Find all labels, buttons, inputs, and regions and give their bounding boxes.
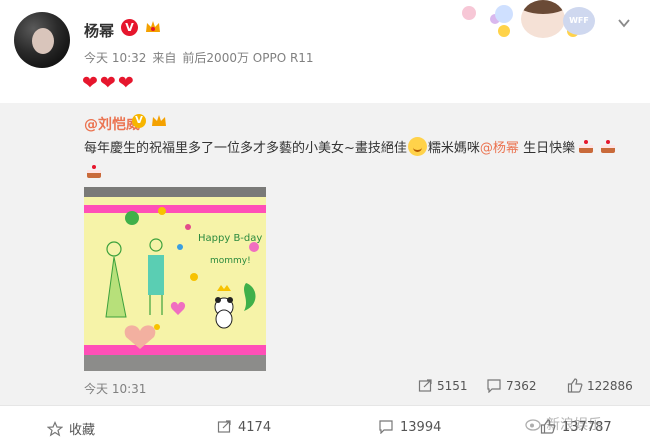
verified-badge-icon: V: [121, 19, 138, 36]
repost-stat-comments[interactable]: 7362: [486, 378, 537, 394]
mention-link[interactable]: @杨幂: [480, 141, 519, 156]
comment-button-count: 13994: [400, 420, 442, 435]
repost-time[interactable]: 今天 10:31: [84, 380, 146, 397]
star-icon: [46, 421, 64, 437]
comment-count: 7362: [506, 379, 537, 393]
emoji-icon: [407, 137, 427, 156]
repost-text-part1: 每年慶生的祝福里多了一位多才多藝的小美女~畫技絕佳: [84, 141, 407, 156]
repost-username[interactable]: @刘恺威: [84, 114, 140, 134]
vip-crown-icon: [152, 115, 166, 126]
comment-icon: [487, 379, 501, 394]
favorite-label: 收藏: [69, 423, 96, 438]
post-source[interactable]: 前后2000万 OPPO R11: [182, 51, 313, 65]
watermark: 新浪娱乐: [525, 414, 602, 434]
post-meta: 今天 10:32 来自 前后2000万 OPPO R11: [84, 49, 320, 66]
comment-button[interactable]: 13994: [378, 419, 441, 435]
repost-text-part3: 生日快樂: [518, 141, 576, 156]
card-text-line2: mommy!: [210, 256, 251, 266]
comment-icon: [379, 420, 393, 435]
repost-stat-likes[interactable]: 122886: [567, 378, 633, 393]
weibo-logo-icon: [525, 419, 541, 431]
repost-stat-reposts[interactable]: 5151: [418, 378, 468, 393]
reposted-content: @刘恺威 V 每年慶生的祝福里多了一位多才多藝的小美女~畫技絕佳 糯米媽咪@杨幂 …: [0, 103, 650, 405]
post-content-hearts: ❤❤❤: [82, 72, 136, 94]
repost-photo[interactable]: Happy B-day mommy!: [84, 187, 266, 371]
repost-text: 每年慶生的祝福里多了一位多才多藝的小美女~畫技絕佳 糯米媽咪@杨幂 生日快樂: [84, 136, 644, 161]
thumbs-up-icon: [567, 378, 583, 393]
decor-avatar: [521, 0, 565, 38]
author-name[interactable]: 杨幂: [84, 20, 114, 41]
watermark-text: 新浪娱乐: [546, 417, 602, 433]
like-count: 122886: [587, 379, 633, 393]
cake-icon: [87, 165, 101, 178]
balloon-icon: [495, 5, 513, 37]
children-drawing-image: Happy B-day mommy!: [84, 187, 266, 371]
repost-button-count: 4174: [238, 420, 272, 435]
post-time: 今天 10:32: [84, 51, 147, 65]
repost-count: 5151: [437, 379, 468, 393]
share-icon: [217, 420, 231, 433]
original-post: 杨幂 V 今天 10:32 来自 前后2000万 OPPO R11 ❤❤❤ WFF: [0, 0, 650, 103]
repost-button[interactable]: 4174: [217, 419, 271, 435]
avatar[interactable]: [14, 12, 70, 68]
chevron-down-icon[interactable]: [617, 16, 631, 30]
card-text-line1: Happy B-day: [198, 233, 262, 244]
share-icon: [418, 379, 432, 392]
cake-icon: [579, 140, 594, 153]
favorite-button[interactable]: 收藏: [46, 419, 96, 438]
decor-badge: WFF: [563, 7, 595, 35]
cake-icon: [601, 140, 616, 153]
vip-crown-icon: [146, 21, 160, 32]
repost-text-part2: 糯米媽咪: [427, 141, 480, 156]
source-prefix: 来自: [152, 51, 177, 65]
verified-badge-icon: V: [132, 114, 146, 128]
